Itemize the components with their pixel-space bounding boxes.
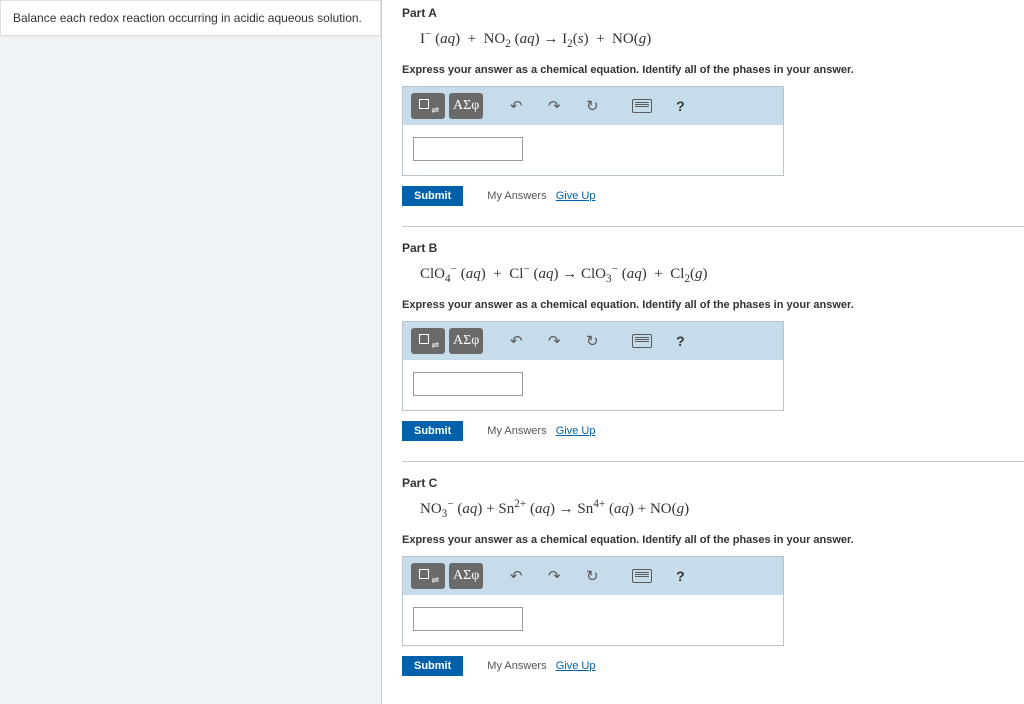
reset-button[interactable]: ↻ [575,563,609,589]
part-b-instruction: Express your answer as a chemical equati… [402,289,1024,317]
part-b-equation: ClO4− (aq) + Cl− (aq) → ClO3− (aq) + Cl2… [402,259,1024,289]
part-a-equation: I− (aq) + NO2 (aq) → I2(s) + NO(g) [402,24,1024,54]
keyboard-icon [632,99,652,113]
greek-symbols-button[interactable]: ΑΣφ [449,93,483,119]
part-c-answer-box: ΑΣφ ↶ ↷ ↻ ? [402,556,784,646]
part-c-answer-input[interactable] [413,607,523,631]
part-c-input-row [403,595,783,645]
page-root: Balance each redox reaction occurring in… [0,0,1024,704]
right-panel: Part A I− (aq) + NO2 (aq) → I2(s) + NO(g… [382,0,1024,704]
greek-symbols-button[interactable]: ΑΣφ [449,563,483,589]
part-b-toolbar: ΑΣφ ↶ ↷ ↻ ? [403,322,783,360]
part-a-give-up-link[interactable]: Give Up [556,190,596,202]
formula-template-icon [419,334,437,348]
part-a-submit-button[interactable]: Submit [402,186,463,206]
part-a-input-row [403,125,783,175]
redo-button[interactable]: ↷ [537,93,571,119]
undo-button[interactable]: ↶ [499,328,533,354]
part-c: Part C NO3− (aq) + Sn2+ (aq) → Sn4+ (aq)… [382,462,1024,682]
redo-button[interactable]: ↷ [537,563,571,589]
part-c-toolbar: ΑΣφ ↶ ↷ ↻ ? [403,557,783,595]
help-icon: ? [676,568,685,584]
greek-icon: ΑΣφ [449,98,483,114]
part-b-answer-input[interactable] [413,372,523,396]
reset-icon: ↻ [586,332,599,350]
help-button[interactable]: ? [663,563,697,589]
help-button[interactable]: ? [663,93,697,119]
greek-icon: ΑΣφ [449,333,483,349]
redo-icon: ↷ [548,332,561,350]
part-c-submit-button[interactable]: Submit [402,656,463,676]
part-a-header: Part A [402,0,1024,24]
keyboard-button[interactable] [625,563,659,589]
part-b-my-answers-link[interactable]: My Answers [487,425,546,437]
part-c-my-answers-link[interactable]: My Answers [487,660,546,672]
undo-button[interactable]: ↶ [499,93,533,119]
part-c-header: Part C [402,470,1024,494]
undo-button[interactable]: ↶ [499,563,533,589]
part-c-instruction: Express your answer as a chemical equati… [402,524,1024,552]
part-b: Part B ClO4− (aq) + Cl− (aq) → ClO3− (aq… [382,227,1024,462]
formula-template-icon [419,569,437,583]
part-b-actions: Submit My Answers Give Up [402,417,1024,447]
redo-icon: ↷ [548,97,561,115]
help-button[interactable]: ? [663,328,697,354]
greek-symbols-button[interactable]: ΑΣφ [449,328,483,354]
reset-button[interactable]: ↻ [575,93,609,119]
part-a-my-answers-link[interactable]: My Answers [487,190,546,202]
part-c-actions: Submit My Answers Give Up [402,652,1024,682]
problem-instruction: Balance each redox reaction occurring in… [0,0,381,36]
keyboard-icon [632,334,652,348]
redo-icon: ↷ [548,567,561,585]
formula-template-button[interactable] [411,563,445,589]
keyboard-icon [632,569,652,583]
keyboard-button[interactable] [625,328,659,354]
undo-icon: ↶ [510,332,523,350]
part-c-give-up-link[interactable]: Give Up [556,660,596,672]
help-icon: ? [676,333,685,349]
formula-template-button[interactable] [411,93,445,119]
part-a-answer-input[interactable] [413,137,523,161]
part-a-answer-box: ΑΣφ ↶ ↷ ↻ ? [402,86,784,176]
part-b-header: Part B [402,235,1024,259]
part-b-give-up-link[interactable]: Give Up [556,425,596,437]
formula-template-button[interactable] [411,328,445,354]
part-b-answer-box: ΑΣφ ↶ ↷ ↻ ? [402,321,784,411]
part-b-input-row [403,360,783,410]
help-icon: ? [676,98,685,114]
undo-icon: ↶ [510,97,523,115]
reset-icon: ↻ [586,97,599,115]
part-a-actions: Submit My Answers Give Up [402,182,1024,212]
redo-button[interactable]: ↷ [537,328,571,354]
part-b-submit-button[interactable]: Submit [402,421,463,441]
formula-template-icon [419,99,437,113]
part-a-instruction: Express your answer as a chemical equati… [402,54,1024,82]
undo-icon: ↶ [510,567,523,585]
greek-icon: ΑΣφ [449,568,483,584]
keyboard-button[interactable] [625,93,659,119]
part-a: Part A I− (aq) + NO2 (aq) → I2(s) + NO(g… [382,0,1024,227]
part-c-equation: NO3− (aq) + Sn2+ (aq) → Sn4+ (aq) + NO(g… [402,494,1024,524]
left-panel: Balance each redox reaction occurring in… [0,0,382,704]
part-a-toolbar: ΑΣφ ↶ ↷ ↻ ? [403,87,783,125]
reset-icon: ↻ [586,567,599,585]
reset-button[interactable]: ↻ [575,328,609,354]
